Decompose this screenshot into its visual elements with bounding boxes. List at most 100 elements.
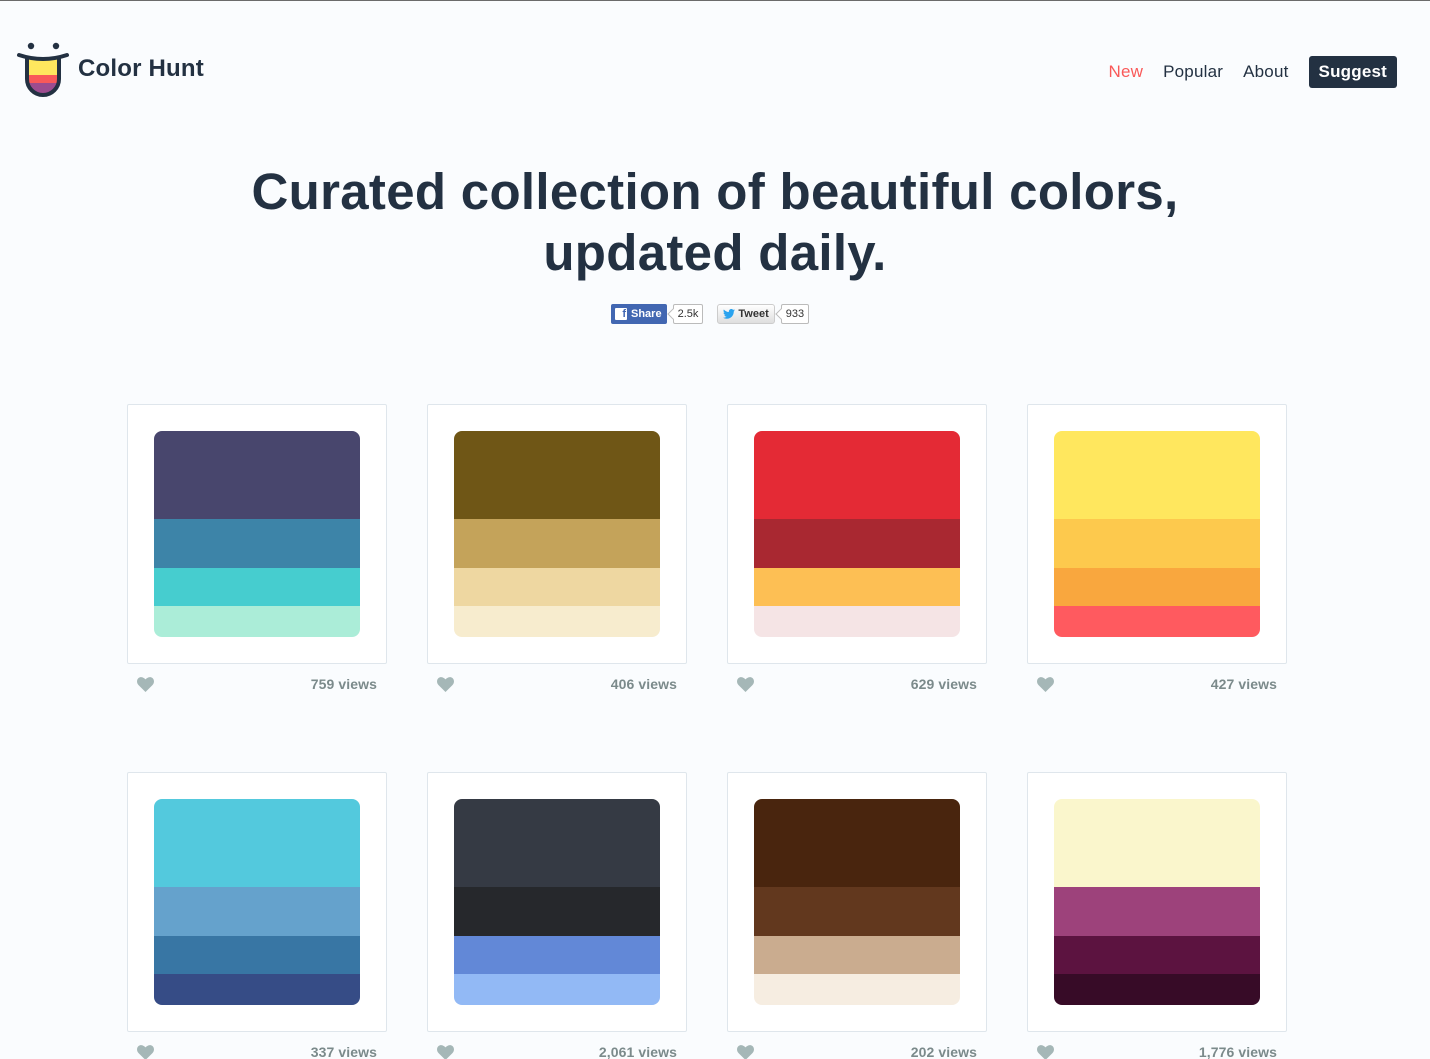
palette-card[interactable]	[127, 404, 387, 664]
color-swatch[interactable]	[154, 568, 360, 606]
palette-card[interactable]	[1027, 404, 1287, 664]
color-swatch[interactable]	[1054, 568, 1260, 606]
palette-item: 406 views	[427, 404, 687, 694]
palette-swatches	[154, 799, 360, 1005]
palette-card[interactable]	[1027, 772, 1287, 1032]
color-swatch[interactable]	[154, 974, 360, 1005]
heart-icon[interactable]	[737, 1044, 754, 1059]
color-swatch[interactable]	[454, 936, 660, 974]
color-swatch[interactable]	[1054, 606, 1260, 637]
view-count: 759 views	[310, 676, 377, 692]
facebook-share-label: Share	[631, 308, 662, 320]
palette-card[interactable]	[427, 404, 687, 664]
palette-item: 2,061 views	[427, 772, 687, 1059]
view-count: 427 views	[1210, 676, 1277, 692]
view-count: 2,061 views	[598, 1044, 677, 1059]
color-swatch[interactable]	[454, 887, 660, 936]
heart-icon[interactable]	[737, 676, 754, 692]
palette-card[interactable]	[427, 772, 687, 1032]
palette-swatches	[454, 431, 660, 637]
suggest-button[interactable]: Suggest	[1308, 56, 1397, 88]
color-swatch[interactable]	[754, 887, 960, 936]
page-title: Curated collection of beautiful colors, …	[0, 161, 1430, 283]
heart-icon[interactable]	[137, 676, 154, 692]
nav-about[interactable]: About	[1243, 62, 1288, 82]
palette-meta: 202 views	[727, 1042, 987, 1059]
color-swatch[interactable]	[1054, 519, 1260, 568]
color-swatch[interactable]	[454, 431, 660, 519]
view-count: 337 views	[310, 1044, 377, 1059]
tweet-count: 933	[780, 304, 810, 324]
view-count: 1,776 views	[1198, 1044, 1277, 1059]
palette-meta: 2,061 views	[427, 1042, 687, 1059]
color-swatch[interactable]	[1054, 431, 1260, 519]
logo-link[interactable]: Color Hunt	[16, 41, 204, 97]
color-swatch[interactable]	[754, 568, 960, 606]
palette-swatches	[754, 431, 960, 637]
color-swatch[interactable]	[754, 936, 960, 974]
palette-meta: 337 views	[127, 1042, 387, 1059]
color-swatch[interactable]	[154, 936, 360, 974]
twitter-bird-icon	[723, 309, 736, 319]
palette-swatches	[454, 799, 660, 1005]
color-swatch[interactable]	[1054, 799, 1260, 887]
palette-swatches	[754, 799, 960, 1005]
smiling-tongue-icon	[17, 42, 69, 97]
heart-icon[interactable]	[437, 676, 454, 692]
tweet-button[interactable]: Tweet	[717, 304, 775, 324]
site-header: Color Hunt New Popular About Suggest	[0, 1, 1430, 111]
color-swatch[interactable]	[1054, 974, 1260, 1005]
palette-meta: 629 views	[727, 674, 987, 694]
logo-text: Color Hunt	[78, 55, 204, 82]
facebook-share-button[interactable]: f Share	[611, 304, 667, 324]
palette-swatches	[154, 431, 360, 637]
color-swatch[interactable]	[454, 974, 660, 1005]
color-swatch[interactable]	[154, 606, 360, 637]
palette-item: 1,776 views	[1027, 772, 1287, 1059]
social-buttons: f Share 2.5k Tweet 933	[611, 304, 810, 324]
color-swatch[interactable]	[154, 799, 360, 887]
color-swatch[interactable]	[754, 431, 960, 519]
view-count: 202 views	[910, 1044, 977, 1059]
palette-grid: 759 views 406 views 629 views 427 views …	[127, 404, 1287, 1059]
nav-new[interactable]: New	[1108, 62, 1143, 82]
palette-card[interactable]	[127, 772, 387, 1032]
hero: Curated collection of beautiful colors, …	[0, 161, 1430, 283]
color-swatch[interactable]	[454, 568, 660, 606]
facebook-share-count: 2.5k	[672, 304, 704, 324]
color-swatch[interactable]	[754, 974, 960, 1005]
title-line-1: Curated collection of beautiful colors,	[251, 163, 1179, 220]
view-count: 629 views	[910, 676, 977, 692]
title-line-2: updated daily.	[543, 224, 887, 281]
heart-icon[interactable]	[1037, 676, 1054, 692]
color-swatch[interactable]	[454, 606, 660, 637]
palette-swatches	[1054, 799, 1260, 1005]
palette-card[interactable]	[727, 404, 987, 664]
palette-card[interactable]	[727, 772, 987, 1032]
color-swatch[interactable]	[1054, 887, 1260, 936]
nav-popular[interactable]: Popular	[1163, 62, 1223, 82]
color-swatch[interactable]	[154, 887, 360, 936]
heart-icon[interactable]	[437, 1044, 454, 1059]
palette-meta: 406 views	[427, 674, 687, 694]
palette-item: 427 views	[1027, 404, 1287, 694]
palette-meta: 427 views	[1027, 674, 1287, 694]
color-swatch[interactable]	[754, 799, 960, 887]
main-nav: New Popular About Suggest	[1088, 56, 1397, 88]
color-swatch[interactable]	[154, 431, 360, 519]
color-swatch[interactable]	[754, 519, 960, 568]
heart-icon[interactable]	[137, 1044, 154, 1059]
palette-meta: 1,776 views	[1027, 1042, 1287, 1059]
heart-icon[interactable]	[1037, 1044, 1054, 1059]
palette-item: 759 views	[127, 404, 387, 694]
palette-item: 337 views	[127, 772, 387, 1059]
tweet-label: Tweet	[738, 308, 769, 320]
color-swatch[interactable]	[1054, 936, 1260, 974]
view-count: 406 views	[610, 676, 677, 692]
palette-item: 629 views	[727, 404, 987, 694]
color-swatch[interactable]	[454, 519, 660, 568]
color-swatch[interactable]	[454, 799, 660, 887]
facebook-icon: f	[615, 308, 627, 320]
color-swatch[interactable]	[154, 519, 360, 568]
color-swatch[interactable]	[754, 606, 960, 637]
